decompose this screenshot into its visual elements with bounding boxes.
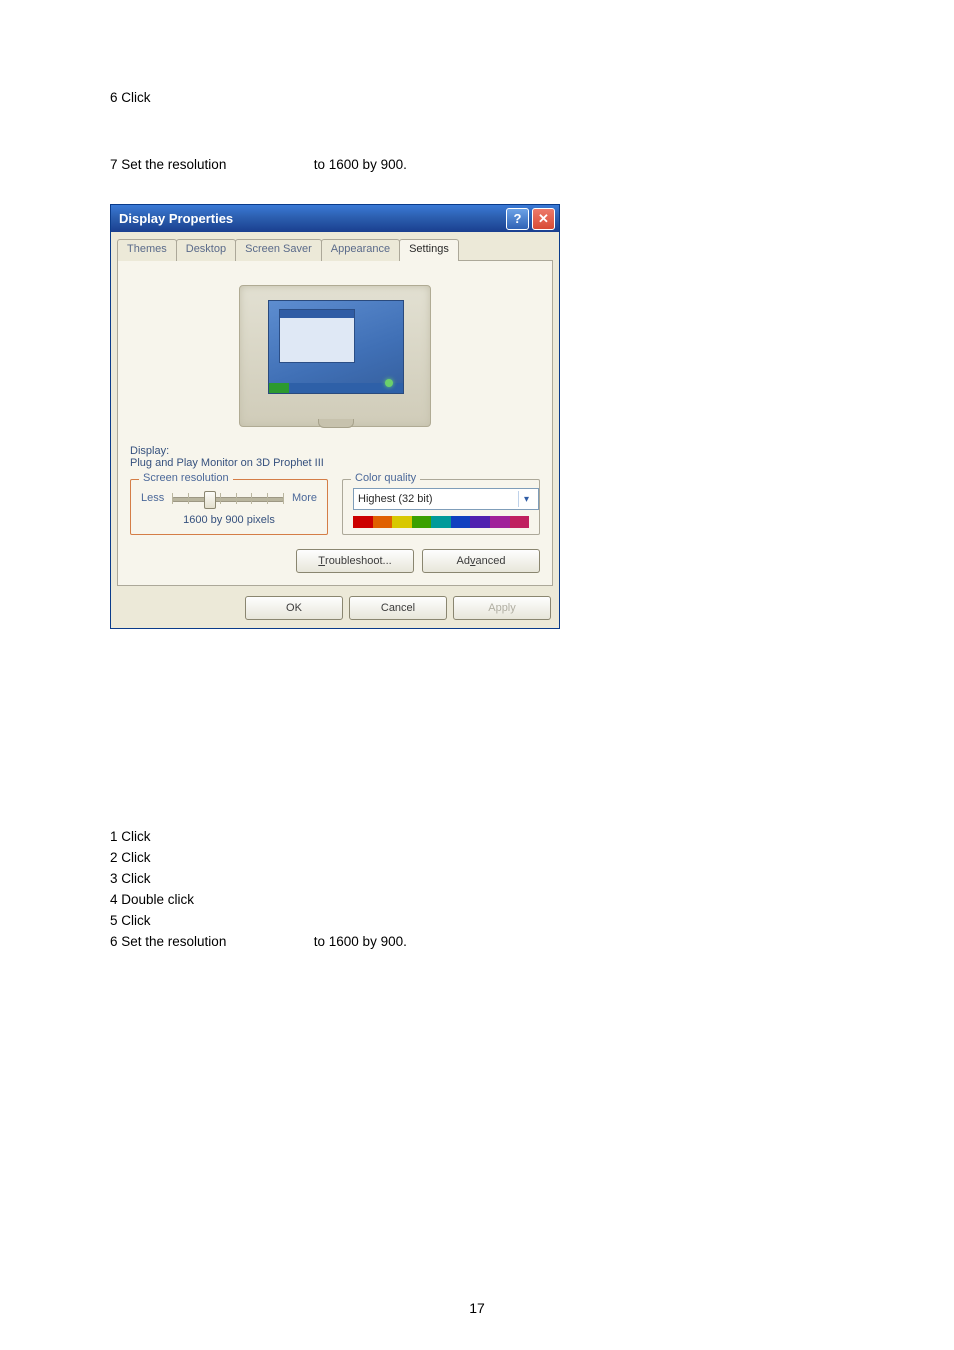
help-icon[interactable]: ? <box>506 208 529 230</box>
monitor-preview <box>239 285 431 427</box>
step-6-left: 6 Set the resolution <box>110 934 310 949</box>
step-7-right: to 1600 by 900. <box>314 157 407 172</box>
tab-settings[interactable]: Settings <box>399 239 459 261</box>
step-6-right: to 1600 by 900. <box>314 934 407 949</box>
troubleshoot-button[interactable]: Troubleshoot... <box>296 549 414 573</box>
tab-screen-saver[interactable]: Screen Saver <box>235 239 322 261</box>
tab-appearance[interactable]: Appearance <box>321 239 400 261</box>
color-quality-legend: Color quality <box>351 472 420 484</box>
slider-less-label: Less <box>141 492 164 504</box>
tab-themes[interactable]: Themes <box>117 239 177 261</box>
screen-resolution-group: Screen resolution Less More 1600 by 900 … <box>130 479 328 535</box>
step-2: 2 Click <box>110 850 844 865</box>
display-properties-dialog: Display Properties ? ✕ Themes Desktop Sc… <box>110 204 560 629</box>
step-5: 5 Click <box>110 913 844 928</box>
color-quality-select[interactable]: Highest (32 bit) ▾ <box>353 488 539 510</box>
step-6-bottom: 6 Set the resolution to 1600 by 900. <box>110 934 844 949</box>
step-6-top: 6 Click <box>110 90 844 105</box>
color-quality-group: Color quality Highest (32 bit) ▾ <box>342 479 540 535</box>
cancel-button[interactable]: Cancel <box>349 596 447 620</box>
ok-button[interactable]: OK <box>245 596 343 620</box>
display-value: Plug and Play Monitor on 3D Prophet III <box>130 457 540 469</box>
page-number: 17 <box>0 1300 954 1316</box>
tabbar: Themes Desktop Screen Saver Appearance S… <box>117 238 553 260</box>
settings-panel: Display: Plug and Play Monitor on 3D Pro… <box>117 260 553 586</box>
step-7-left: 7 Set the resolution <box>110 157 310 172</box>
power-led-icon <box>385 379 393 387</box>
resolution-value: 1600 by 900 pixels <box>141 514 317 526</box>
step-4: 4 Double click <box>110 892 844 907</box>
tab-desktop[interactable]: Desktop <box>176 239 236 261</box>
chevron-down-icon: ▾ <box>518 491 534 507</box>
resolution-slider[interactable] <box>172 488 284 508</box>
display-label: Display: <box>130 445 540 457</box>
color-preview-bar <box>353 516 529 528</box>
titlebar[interactable]: Display Properties ? ✕ <box>111 205 559 232</box>
slider-thumb[interactable] <box>204 491 216 509</box>
resolution-legend: Screen resolution <box>139 472 233 484</box>
window-title: Display Properties <box>119 211 233 226</box>
advanced-button[interactable]: Advanced <box>422 549 540 573</box>
slider-more-label: More <box>292 492 317 504</box>
close-icon[interactable]: ✕ <box>532 208 555 230</box>
apply-button[interactable]: Apply <box>453 596 551 620</box>
step-1: 1 Click <box>110 829 844 844</box>
color-quality-value: Highest (32 bit) <box>358 493 433 505</box>
step-7-top: 7 Set the resolution to 1600 by 900. <box>110 157 844 172</box>
step-3: 3 Click <box>110 871 844 886</box>
